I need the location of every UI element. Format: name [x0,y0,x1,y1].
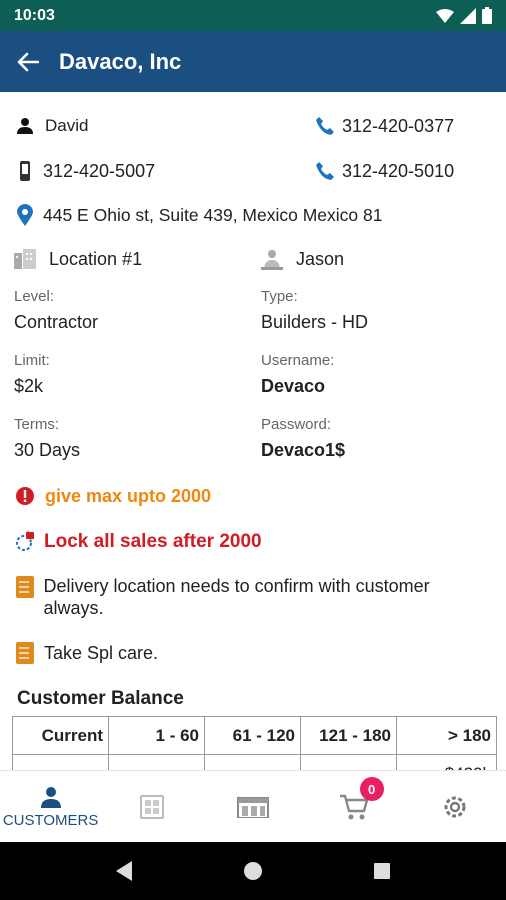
nav-settings[interactable] [405,771,506,842]
customer-balance-title: Customer Balance [17,688,184,709]
nav-customers[interactable]: CUSTOMERS [0,771,101,842]
cart-badge: 0 [359,777,384,801]
phone-number-2[interactable]: 312-420-5010 [342,161,454,182]
back-triangle-icon[interactable] [114,860,134,882]
back-button[interactable] [0,31,56,92]
building-icon [14,248,36,270]
header-over-180: > 180 [396,716,497,755]
limit-label: Limit: [14,352,50,369]
person-icon [14,115,36,137]
table-header-row: Current 1 - 60 61 - 120 121 - 180 > 180 [12,716,497,755]
location-name: Location #1 [49,248,143,269]
battery-icon [482,7,492,24]
username-label: Username: [261,352,335,369]
customer-detail: David 312-420-0377 312-420-5007 312-420-… [0,92,506,770]
contact-name-row: David [14,115,88,137]
table-cell: $420k [396,754,497,770]
terms-value: 30 Days [14,440,81,460]
catalog-icon [139,794,164,819]
signal-icon [460,7,476,24]
type-label: Type: [261,288,298,305]
status-icons [436,7,492,24]
warning-text: give max upto 2000 [45,485,212,506]
nav-customers-label: CUSTOMERS [2,811,99,829]
mobile-phone-icon [14,160,36,182]
store-icon [237,796,269,818]
phone-number-1[interactable]: 312-420-0377 [342,116,454,137]
header-121-180: 121 - 180 [300,716,397,755]
header-1-60: 1 - 60 [108,716,205,755]
location-pin-icon [14,204,36,226]
status-time: 10:03 [14,6,55,24]
nav-catalog[interactable] [101,771,202,842]
contact-name: David [45,116,89,135]
status-bar: 10:03 [0,0,506,31]
salesperson-icon [261,248,283,270]
table-row: $420k [12,754,497,770]
phone-row-1[interactable]: 312-420-0377 [314,115,454,137]
bottom-nav: CUSTOMERS 0 [0,770,506,842]
note-item: Take Spl care. [14,642,158,664]
phone-row-2[interactable]: 312-420-5010 [314,160,454,182]
location-row: Location #1 [14,248,142,270]
note-item: Delivery location needs to confirm with … [14,575,484,619]
note-icon [14,576,35,598]
level-value: Contractor [14,312,99,332]
header-61-120: 61 - 120 [204,716,301,755]
recents-square-icon[interactable] [372,861,392,881]
mobile-row[interactable]: 312-420-5007 [14,160,155,182]
mobile-number[interactable]: 312-420-5007 [43,161,155,182]
username-value: Devaco [261,376,326,396]
alert-icon [14,485,36,507]
settings-icon [444,796,466,817]
password-label: Password: [261,416,332,433]
table-cell [204,754,301,770]
back-arrow-icon [17,52,39,71]
system-nav-bar [0,842,506,900]
limit-value: $2k [14,376,44,396]
note-text-1: Delivery location needs to confirm with … [43,576,430,618]
note-icon [14,642,36,664]
page-title: Davaco, Inc [59,48,182,74]
phone-icon [314,115,336,137]
password-value: Devaco1$ [261,440,346,460]
address[interactable]: 445 E Ohio st, Suite 439, Mexico Mexico … [43,205,382,226]
warning-alert: give max upto 2000 [14,485,211,507]
table-cell [300,754,397,770]
home-circle-icon[interactable] [242,860,264,882]
customer-balance-table: Current 1 - 60 61 - 120 121 - 180 > 180 … [12,716,497,770]
terms-label: Terms: [14,416,59,433]
app-bar: Davaco, Inc [0,31,506,92]
address-row[interactable]: 445 E Ohio st, Suite 439, Mexico Mexico … [14,204,382,226]
lock-text: Lock all sales after 2000 [44,531,262,552]
salesperson-row: Jason [261,248,344,270]
lock-icon [14,531,36,553]
lock-alert: Lock all sales after 2000 [14,531,262,553]
nav-cart[interactable]: 0 [304,771,405,842]
level-label: Level: [14,288,55,305]
customers-icon [40,786,61,808]
wifi-icon [436,8,454,23]
phone-icon [314,160,336,182]
type-value: Builders - HD [261,312,369,332]
nav-stores[interactable] [202,771,303,842]
salesperson-name: Jason [296,248,345,269]
table-cell [12,754,109,770]
table-cell [108,754,205,770]
note-text-2: Take Spl care. [44,643,159,663]
header-current: Current [12,716,109,755]
